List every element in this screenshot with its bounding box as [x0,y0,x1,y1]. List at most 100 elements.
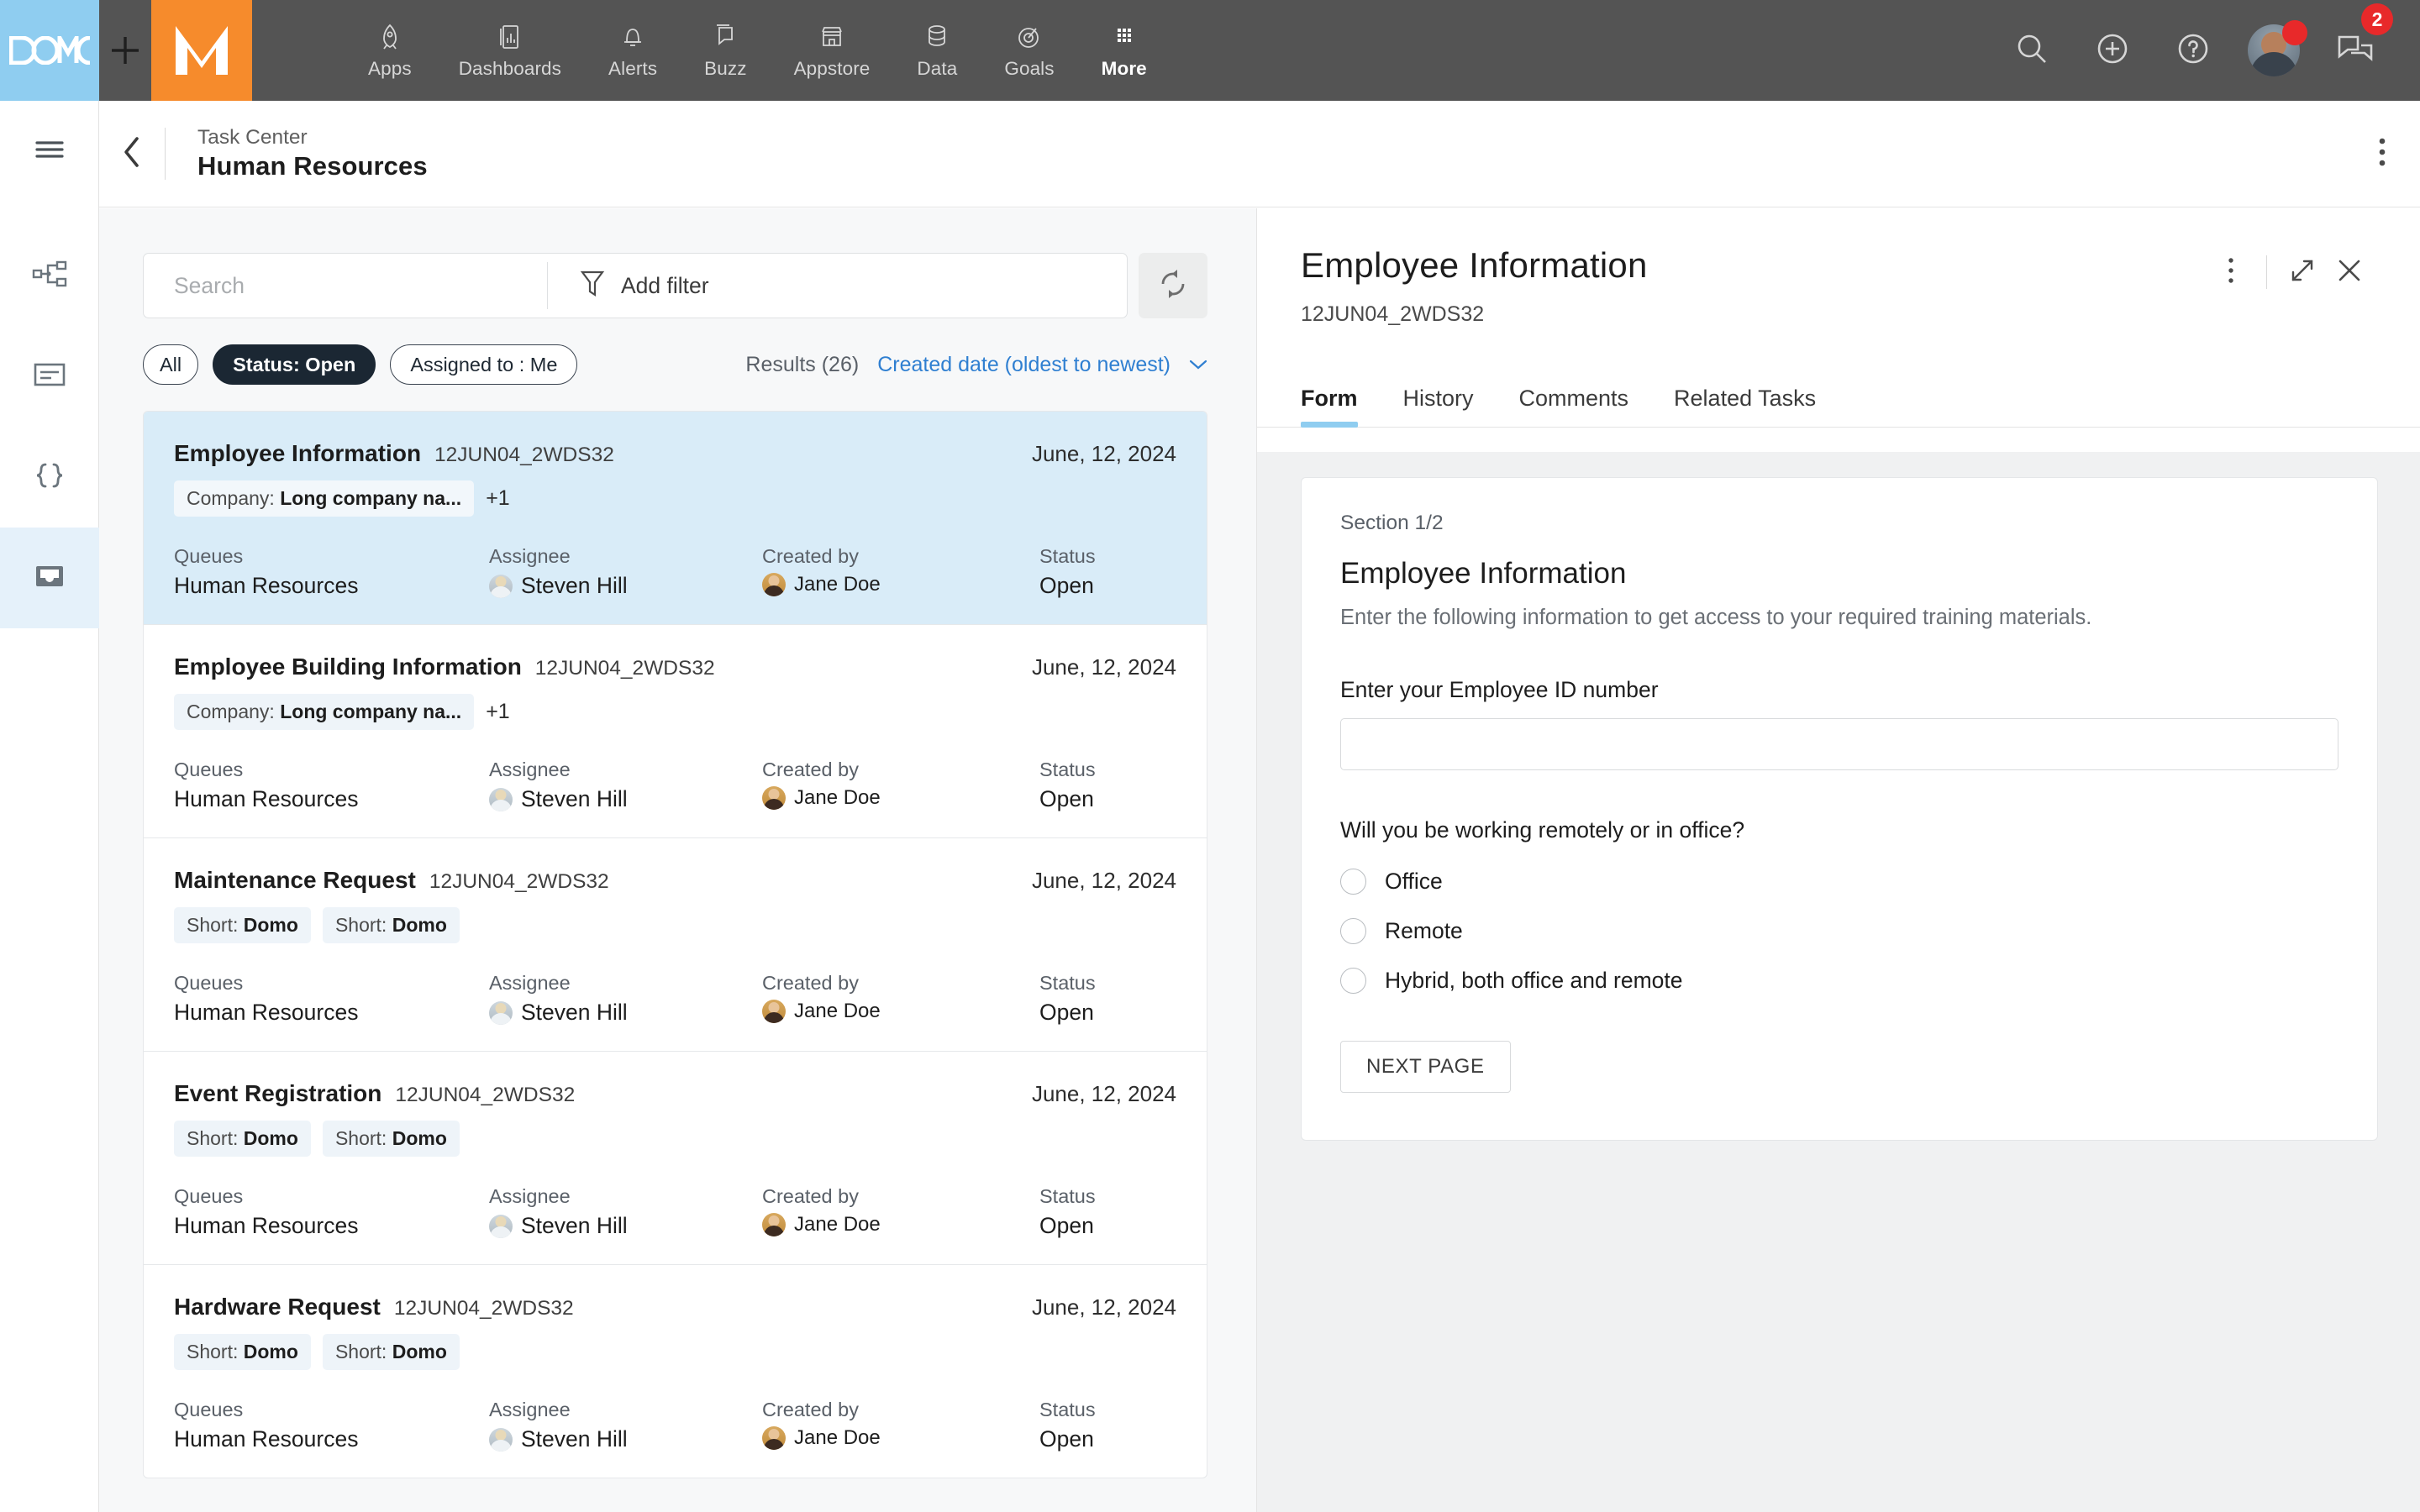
chip-all[interactable]: All [143,344,199,385]
table-row[interactable]: Employee Building Information 12JUN04_2W… [144,625,1207,838]
card-tag: Short: Domo [174,1334,311,1370]
task-card-list: Employee Information 12JUN04_2WDS32 June… [143,411,1207,1478]
radio-option-hybrid[interactable]: Hybrid, both office and remote [1340,968,2338,994]
next-page-button[interactable]: NEXT PAGE [1340,1041,1511,1093]
meta-label-assignee: Assignee [489,1399,571,1420]
nav-item-alerts[interactable]: Alerts [585,0,681,101]
card-tag: Short: Domo [322,907,460,943]
chevron-left-icon [122,136,142,172]
page-overflow-menu-button[interactable] [2378,135,2386,173]
card-tag-overflow[interactable]: +1 [486,700,510,724]
breadcrumb-parent[interactable]: Task Center [197,126,428,150]
grid-icon [1112,22,1137,50]
card-meta-created-by: Created by Jane Doe [762,972,1039,1026]
table-row[interactable]: Event Registration 12JUN04_2WDS32 June, … [144,1052,1207,1265]
meta-value-queues: Human Resources [174,1000,359,1025]
sort-dropdown[interactable]: Created date (oldest to newest) [877,353,1171,377]
meta-label-queues: Queues [174,1185,244,1207]
rail-item-workflows[interactable] [0,225,99,326]
nav-label-apps: Apps [368,57,412,79]
meta-label-assignee: Assignee [489,759,571,780]
card-date: June, 12, 2024 [1031,441,1176,466]
radio-icon[interactable] [1340,918,1366,944]
card-tag-row: Company: Long company na... +1 [174,694,1176,730]
meta-value-assignee: Steven Hill [489,1000,762,1026]
rail-item-code[interactable] [0,427,99,528]
expand-button[interactable] [2279,252,2326,292]
detail-overflow-menu-button[interactable] [2207,252,2254,292]
card-meta-created-by: Created by Jane Doe [762,759,1039,812]
tab-form[interactable]: Form [1301,386,1358,428]
card-tag-row: Short: Domo Short: Domo [174,1334,1176,1370]
bell-icon [620,22,645,50]
nav-item-data[interactable]: Data [893,0,981,101]
close-button[interactable] [2326,252,2373,292]
help-button[interactable] [2153,0,2233,101]
meta-label-created-by: Created by [762,1185,859,1207]
table-row[interactable]: Hardware Request 12JUN04_2WDS32 June, 12… [144,1265,1207,1478]
meta-label-created-by: Created by [762,545,859,567]
messages-icon [2334,30,2375,71]
meta-label-created-by: Created by [762,759,859,780]
detail-tabs: Form History Comments Related Tasks [1257,365,2420,428]
meta-label-status: Status [1039,545,1096,567]
employee-id-field[interactable] [1340,718,2338,770]
creator-avatar [762,1000,786,1023]
form-card: Section 1/2 Employee Information Enter t… [1301,477,2378,1141]
profile-button[interactable] [2233,0,2314,101]
search-input[interactable] [144,254,547,318]
creator-avatar [762,1426,786,1450]
nav-item-more[interactable]: More [1078,0,1171,101]
chevron-down-icon[interactable] [1189,359,1207,370]
nav-item-appstore[interactable]: Appstore [771,0,894,101]
nav-item-goals[interactable]: Goals [981,0,1077,101]
card-id: 12JUN04_2WDS32 [534,657,715,680]
radio-icon[interactable] [1340,968,1366,994]
rail-item-forms[interactable] [0,326,99,427]
card-tag-overflow[interactable]: +1 [486,486,510,511]
domo-logo[interactable] [0,0,99,101]
status-badge: Open [1039,1213,1094,1238]
assignee-avatar [489,1427,513,1452]
card-date: June, 12, 2024 [1031,654,1176,680]
nav-item-buzz[interactable]: Buzz [681,0,770,101]
refresh-button[interactable] [1139,253,1207,318]
table-row[interactable]: Employee Information 12JUN04_2WDS32 June… [144,412,1207,625]
rail-item-task-center[interactable] [0,528,99,628]
card-id: 12JUN04_2WDS32 [434,444,614,466]
rail-item-menu[interactable] [0,101,99,202]
database-icon [924,22,950,50]
table-row[interactable]: Maintenance Request 12JUN04_2WDS32 June,… [144,838,1207,1052]
card-meta-status: Status Open [1039,545,1096,599]
form-icon [32,361,67,392]
detail-action-divider [2266,255,2267,289]
plus-circle-icon [2094,30,2131,71]
results-count: Results (26) [745,352,860,376]
hamburger-menu-icon [33,136,66,167]
messages-button[interactable]: 2 [2314,0,2395,101]
more-vertical-icon [2378,138,2386,172]
back-button[interactable] [99,101,165,207]
partner-logo-m[interactable] [151,0,252,101]
tab-related-tasks[interactable]: Related Tasks [1674,386,1816,427]
nav-label-dashboards: Dashboards [458,57,562,79]
tab-comments[interactable]: Comments [1519,386,1629,427]
radio-option-office[interactable]: Office [1340,869,2338,895]
chip-status-open[interactable]: Status: Open [213,344,376,385]
search-button[interactable] [1991,0,2072,101]
chip-assigned-to-me[interactable]: Assigned to : Me [390,344,578,385]
nav-item-apps[interactable]: Apps [345,0,435,101]
card-id: 12JUN04_2WDS32 [395,1084,576,1106]
radio-icon[interactable] [1340,869,1366,895]
add-button[interactable] [2072,0,2153,101]
left-rail [0,101,99,1512]
meta-label-status: Status [1039,759,1096,780]
nav-label-buzz: Buzz [704,57,747,79]
add-filter-button[interactable]: Add filter [548,269,1127,303]
detail-subtitle: 12JUN04_2WDS32 [1301,302,1485,326]
nav-item-dashboards[interactable]: Dashboards [435,0,585,101]
tab-history[interactable]: History [1403,386,1474,427]
task-list-pane: Add filter All Status: Open Assigned to … [99,208,1257,1512]
meta-label-assignee: Assignee [489,1185,571,1207]
radio-option-remote[interactable]: Remote [1340,918,2338,944]
